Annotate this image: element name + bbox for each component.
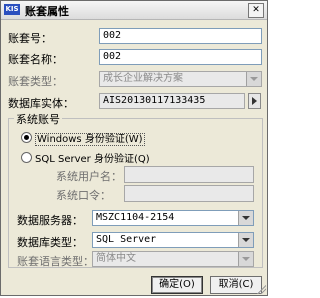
- chevron-down-icon[interactable]: [238, 211, 253, 225]
- dialog-title: 账套属性: [25, 5, 69, 18]
- sql-auth-label[interactable]: SQL Server 身份验证(Q): [35, 150, 150, 165]
- sql-auth-radio[interactable]: [21, 152, 32, 163]
- system-account-group-title: 系统账号: [14, 111, 62, 127]
- close-icon[interactable]: ✕: [248, 3, 264, 18]
- db-type-value: SQL Server: [96, 234, 157, 245]
- data-server-label: 数据服务器：: [17, 214, 83, 227]
- account-name-label: 账套名称：: [8, 53, 63, 66]
- db-entity-label: 数据库实体：: [8, 97, 74, 110]
- account-type-select: 成长企业解决方案: [99, 71, 262, 87]
- account-no-value: 002: [103, 30, 122, 41]
- cancel-button[interactable]: 取消(C): [210, 276, 262, 294]
- account-name-value: 002: [103, 51, 122, 62]
- title-bar: KIS 账套属性 ✕: [1, 1, 267, 20]
- ok-button[interactable]: 确定(O): [151, 276, 203, 294]
- data-server-select[interactable]: MSZC1104-2154: [92, 210, 254, 226]
- browse-arrow-icon[interactable]: [248, 93, 261, 109]
- data-server-value: MSZC1104-2154: [96, 212, 175, 223]
- account-no-label: 账套号：: [8, 32, 52, 45]
- windows-auth-label[interactable]: Windows 身份验证(W): [35, 130, 145, 146]
- system-username-field: [124, 166, 254, 183]
- chevron-down-icon: [238, 252, 253, 266]
- db-type-label: 数据库类型：: [17, 236, 83, 249]
- db-entity-value: AIS20130117133435: [103, 95, 206, 106]
- system-password-field: [124, 185, 254, 202]
- chevron-down-icon: [246, 72, 261, 86]
- account-no-field[interactable]: 002: [99, 28, 262, 44]
- account-language-label: 账套语言类型：: [17, 255, 94, 268]
- system-password-label: 系统口令：: [56, 189, 111, 202]
- account-name-field[interactable]: 002: [99, 49, 262, 65]
- account-properties-dialog: KIS 账套属性 ✕ 账套号： 002 账套名称： 002 账套类型： 成长企业…: [0, 0, 268, 296]
- account-language-value: 简体中文: [96, 253, 136, 264]
- chevron-down-icon[interactable]: [238, 233, 253, 247]
- windows-auth-text: Windows 身份验证(W): [35, 133, 145, 146]
- resize-grip-icon[interactable]: [256, 284, 266, 294]
- db-type-select[interactable]: SQL Server: [92, 232, 254, 248]
- account-language-select: 简体中文: [92, 251, 254, 267]
- account-type-value: 成长企业解决方案: [103, 73, 183, 84]
- app-icon: KIS: [4, 4, 20, 15]
- windows-auth-radio[interactable]: [21, 132, 32, 143]
- account-type-label: 账套类型：: [8, 75, 63, 88]
- system-username-label: 系统用户名：: [56, 170, 122, 183]
- db-entity-field: AIS20130117133435: [99, 93, 245, 109]
- system-account-group: 系统账号 Windows 身份验证(W) SQL Server 身份验证(Q) …: [8, 111, 263, 268]
